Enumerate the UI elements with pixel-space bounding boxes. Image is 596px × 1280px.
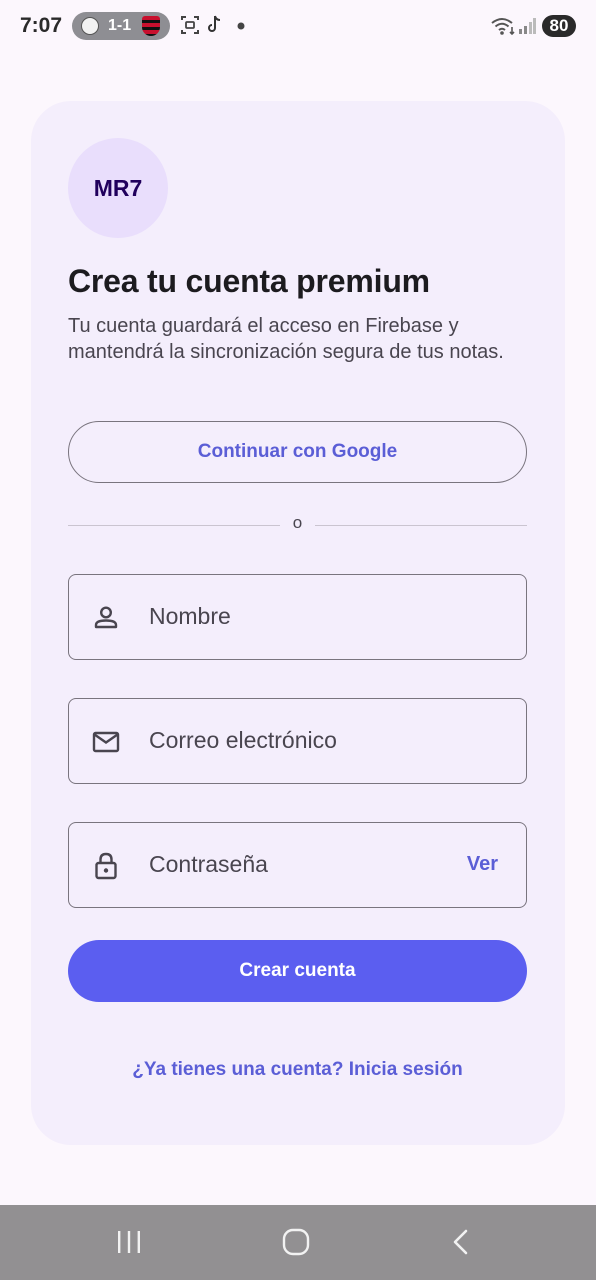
page-subtitle: Tu cuenta guardará el acceso en Firebase… (68, 315, 504, 363)
team-crest-icon (142, 16, 160, 36)
google-signin-button[interactable]: Continuar con Google (68, 421, 527, 483)
page-title: Crea tu cuenta premium (68, 263, 430, 299)
show-password-toggle[interactable]: Ver (467, 853, 498, 876)
live-score-chip[interactable]: 1-1 (72, 12, 170, 40)
avatar: MR7 (68, 138, 168, 238)
navigation-bar (0, 1205, 596, 1280)
email-field[interactable]: Correo electrónico (68, 698, 527, 784)
person-icon (94, 606, 118, 629)
divider-line (315, 525, 527, 526)
status-time: 7:07 (20, 14, 63, 37)
signup-card: MR7 Crea tu cuenta premium Tu cuenta gua… (31, 101, 565, 1145)
login-link[interactable]: ¿Ya tienes una cuenta? Inicia sesión (68, 1059, 527, 1081)
divider-text: o (292, 513, 303, 532)
name-field-label: Nombre (149, 603, 231, 629)
mail-icon (92, 731, 120, 753)
or-divider: o (68, 513, 527, 535)
password-field[interactable]: Contraseña Ver (68, 822, 527, 908)
status-bar: 7:07 1-1 80 (0, 0, 596, 52)
password-field-label: Contraseña (149, 851, 268, 877)
name-field[interactable]: Nombre (68, 574, 527, 660)
create-account-button[interactable]: Crear cuenta (68, 940, 527, 1002)
back-icon[interactable] (452, 1229, 470, 1255)
signal-icon (519, 18, 536, 34)
divider-line (68, 525, 280, 526)
tiktok-icon (208, 15, 221, 32)
email-field-label: Correo electrónico (149, 727, 337, 753)
lock-icon (95, 852, 117, 880)
screenshot-icon (181, 16, 199, 34)
recents-icon[interactable] (116, 1230, 142, 1254)
wifi-icon (491, 18, 515, 36)
home-icon[interactable] (282, 1228, 310, 1256)
live-score: 1-1 (108, 17, 132, 34)
team-crest-icon (81, 17, 99, 35)
battery-indicator: 80 (542, 15, 576, 37)
dot-icon (237, 22, 245, 30)
